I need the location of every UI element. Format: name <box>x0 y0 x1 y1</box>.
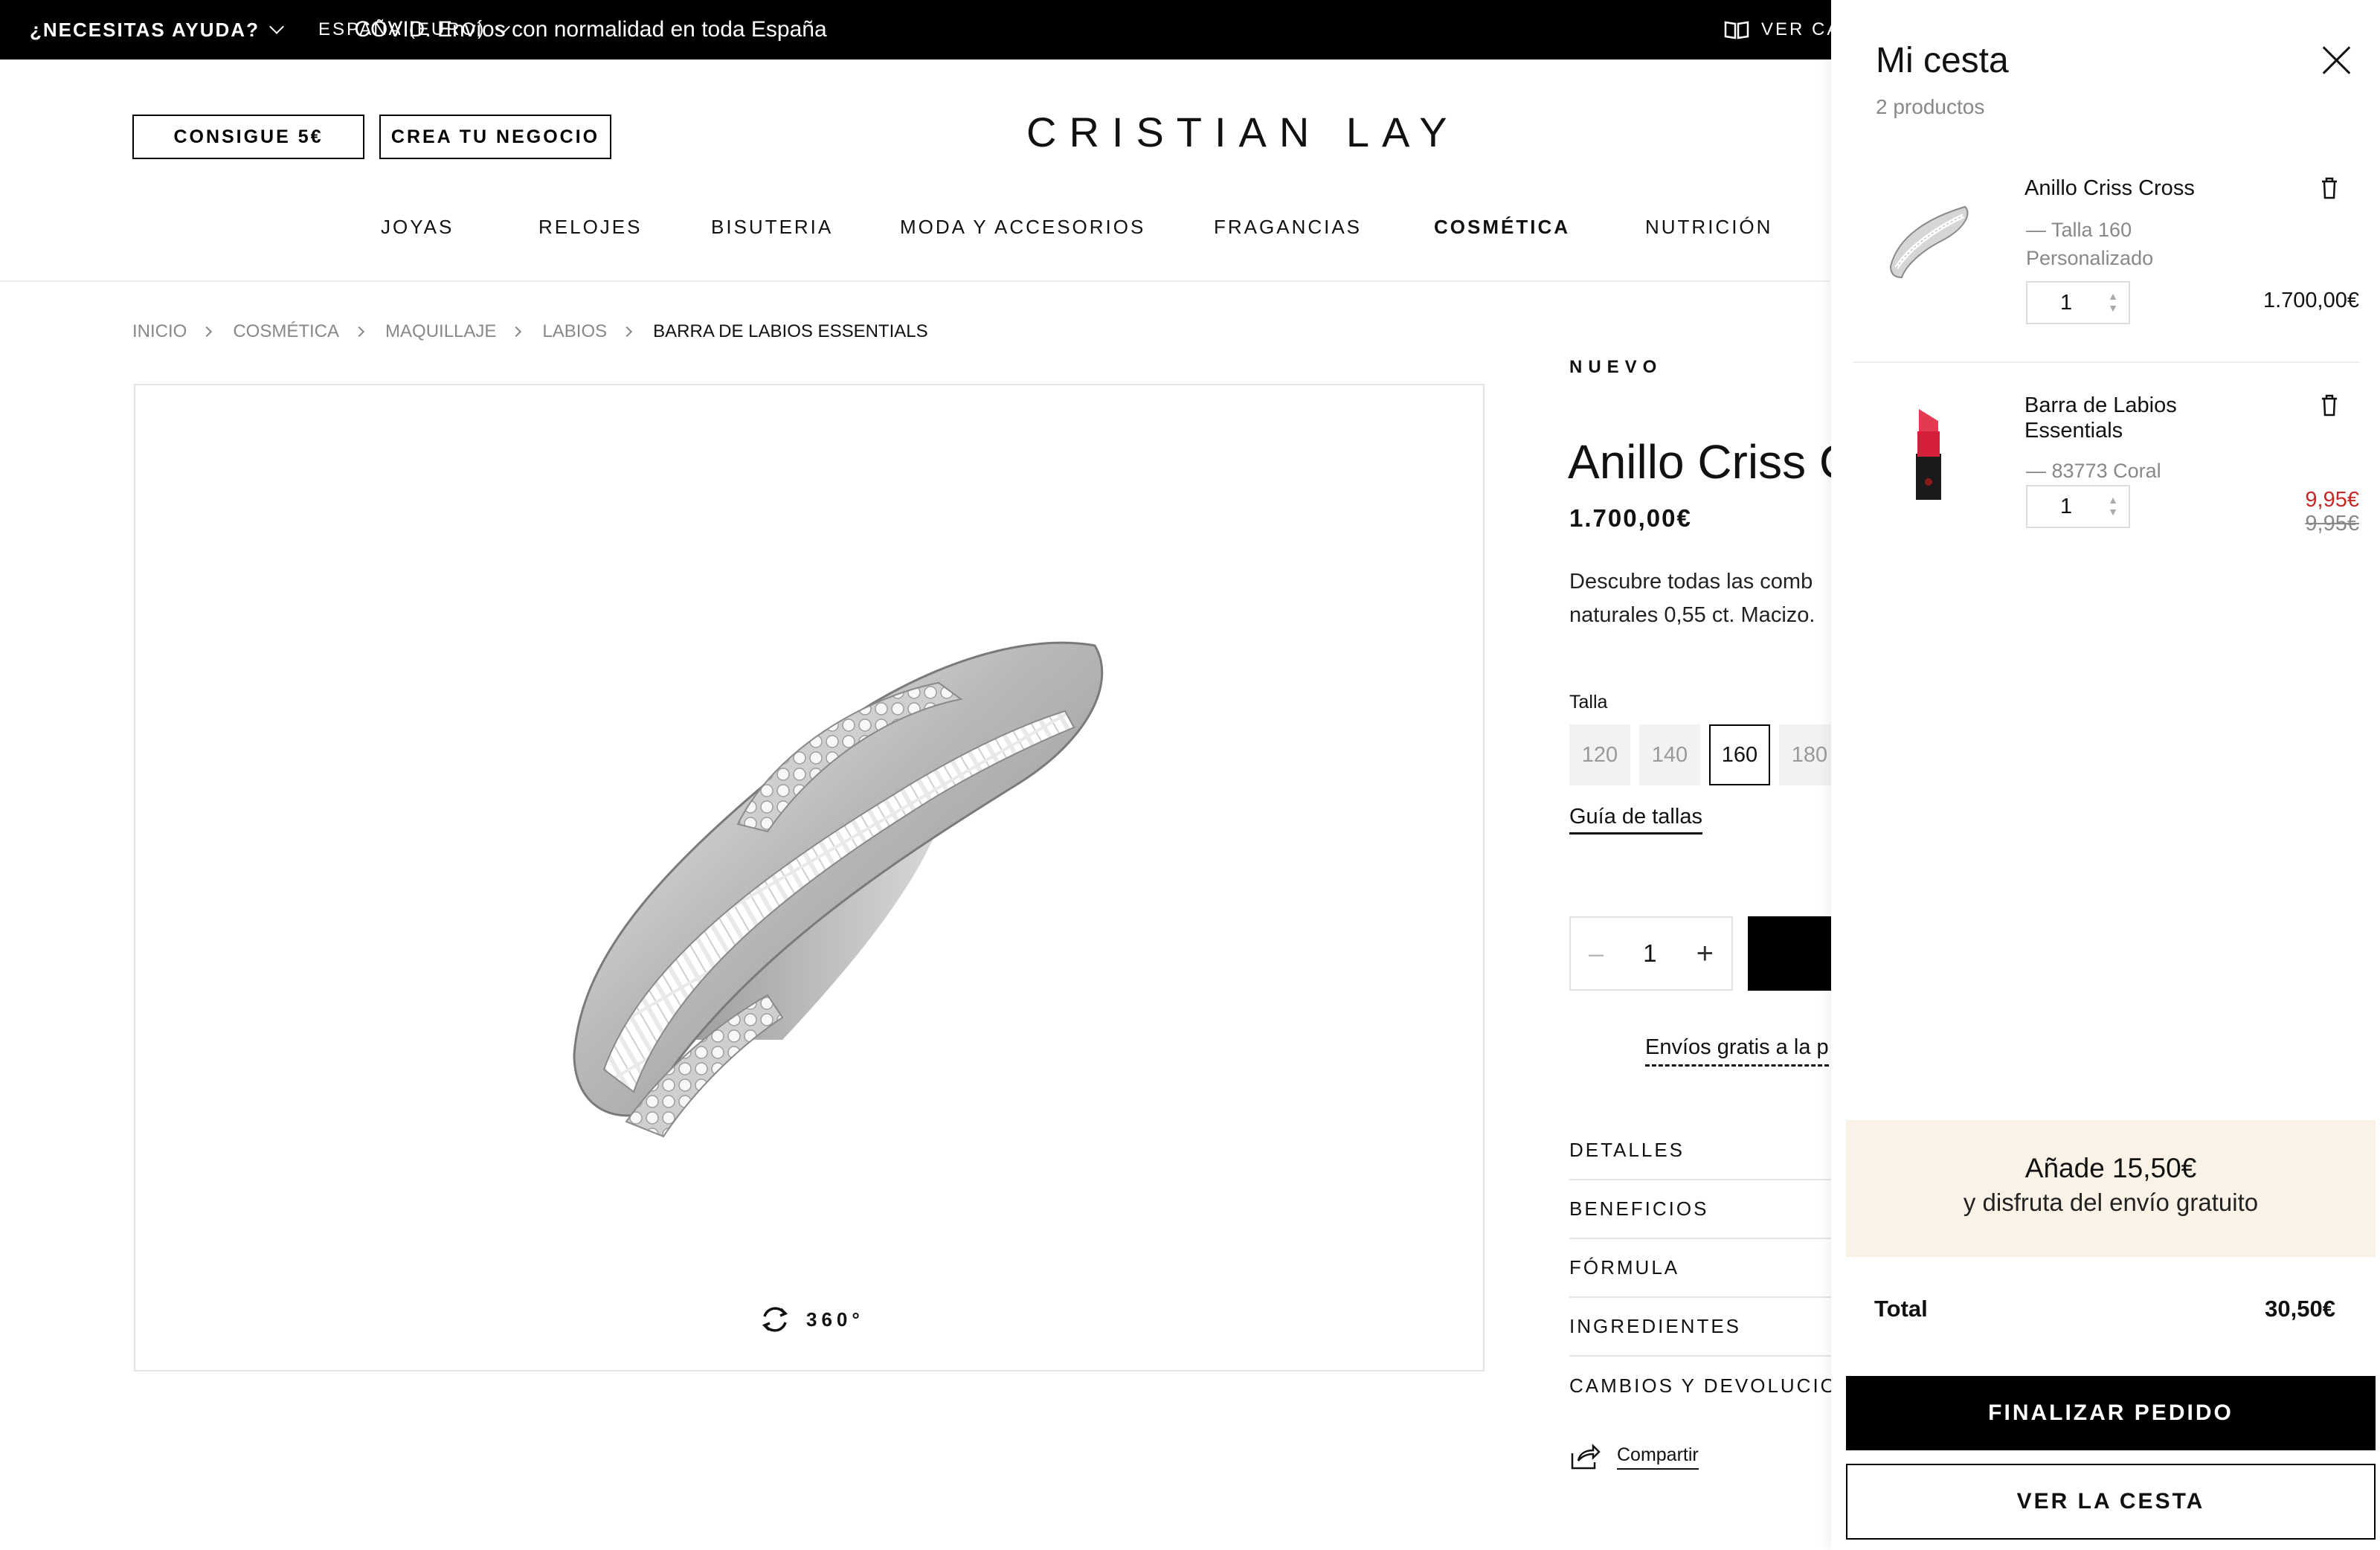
chevron-down-icon <box>495 19 511 34</box>
size-option-160[interactable]: 160 <box>1709 724 1770 785</box>
share-icon <box>1571 1443 1601 1470</box>
share-button[interactable]: Compartir <box>1569 1443 1699 1471</box>
nav-item-bisuteria[interactable]: BISUTERIA <box>711 216 833 239</box>
product-image-frame[interactable]: 360° <box>134 384 1485 1371</box>
ring-product-image <box>573 641 1104 1138</box>
size-guide-link[interactable]: Guía de tallas <box>1569 805 1702 835</box>
country-label: ESPAÑA (EURO) <box>318 19 486 39</box>
chevron-right-icon <box>622 326 633 338</box>
rotate-icon <box>762 1307 788 1332</box>
nav-item-moda-y-accesorios[interactable]: MODA Y ACCESORIOS <box>900 216 1145 239</box>
cart-item-name[interactable]: Barra de Labios Essentials <box>2024 393 2248 443</box>
size-label: Talla <box>1569 692 1608 713</box>
view-360-button[interactable]: 360° <box>760 1305 864 1334</box>
help-dropdown[interactable]: ¿NECESITAS AYUDA? <box>30 0 284 60</box>
size-option-120[interactable]: 120 <box>1569 724 1630 785</box>
help-label: ¿NECESITAS AYUDA? <box>30 18 260 41</box>
nav-item-nutricion[interactable]: NUTRICIÓN <box>1645 216 1772 239</box>
cart-item-count: 2 productos <box>1876 95 1985 118</box>
cart-drawer: Mi cesta 2 productos Anillo Criss Cross … <box>1831 0 2380 1550</box>
stepper-arrows-icon[interactable]: ▲ ▼ <box>2108 494 2118 518</box>
ring-thumbnail[interactable] <box>1876 177 1980 296</box>
catalog-link[interactable]: VER CA <box>1724 0 1841 60</box>
breadcrumb-current: BARRA DE LABIOS ESSENTIALS <box>653 321 928 341</box>
breadcrumb-maquillaje[interactable]: MAQUILLAJE <box>385 321 496 342</box>
trash-icon[interactable] <box>2320 394 2338 417</box>
brand-logo[interactable]: CRISTIAN LAY <box>1026 108 1460 156</box>
decrease-quantity-button[interactable]: – <box>1589 938 1604 969</box>
cart-item-sale-price: 9,95€ <box>2305 488 2359 512</box>
trash-icon[interactable] <box>2320 177 2338 199</box>
country-selector[interactable]: ESPAÑA (EURO) <box>318 0 511 60</box>
banner-amount: Añade 15,50€ <box>2024 1153 2197 1183</box>
nav-item-relojes[interactable]: RELOJES <box>538 216 643 239</box>
get-5-euro-button[interactable]: CONSIGUE 5€ <box>132 115 364 159</box>
cart-item-quantity-input[interactable]: 1 ▲ ▼ <box>2026 485 2130 528</box>
cart-item-extra: Personalizado <box>2026 247 2154 269</box>
free-shipping-link[interactable]: Envíos gratis a la p <box>1645 1035 1829 1067</box>
increase-quantity-button[interactable]: + <box>1696 937 1714 971</box>
nav-item-joyas[interactable]: JOYAS <box>381 216 454 239</box>
share-label: Compartir <box>1617 1444 1699 1470</box>
new-badge: NUEVO <box>1569 357 1663 377</box>
checkout-button[interactable]: FINALIZAR PEDIDO <box>1846 1376 2376 1450</box>
banner-message: y disfruta del envío gratuito <box>1963 1189 2259 1216</box>
create-business-button[interactable]: CREA TU NEGOCIO <box>379 115 611 159</box>
cart-total: Total 30,50€ <box>1874 1296 2335 1322</box>
quantity-value[interactable]: 1 <box>1643 939 1656 968</box>
lipstick-thumbnail[interactable] <box>1876 394 1980 513</box>
catalog-label: VER CA <box>1761 19 1842 39</box>
nav-item-fragancias[interactable]: FRAGANCIAS <box>1214 216 1362 239</box>
cart-item: Anillo Criss Cross — Talla 160 Personali… <box>1853 162 2359 363</box>
cart-item-quantity-value: 1 <box>2060 290 2073 315</box>
cart-item-price: 1.700,00€ <box>2262 289 2359 312</box>
size-selector: 120 140 160 180 <box>1569 724 1840 785</box>
view-360-label: 360° <box>806 1308 864 1331</box>
total-value: 30,50€ <box>2265 1296 2335 1322</box>
stepper-arrows-icon[interactable]: ▲ ▼ <box>2108 290 2118 314</box>
cart-item-quantity-value: 1 <box>2060 494 2073 518</box>
main-nav: JOYAS RELOJES BISUTERIA MODA Y ACCESORIO… <box>0 202 1830 254</box>
breadcrumb-cosmetica[interactable]: COSMÉTICA <box>233 321 339 342</box>
breadcrumb: INICIO COSMÉTICA MAQUILLAJE LABIOS BARRA… <box>132 321 928 342</box>
size-option-140[interactable]: 140 <box>1639 724 1700 785</box>
chevron-right-icon <box>511 326 522 338</box>
cart-item-old-price: 9,95€ <box>2305 512 2359 536</box>
chevron-down-icon <box>269 19 284 34</box>
quantity-stepper: – 1 + <box>1569 916 1733 991</box>
cart-item-quantity-input[interactable]: 1 ▲ ▼ <box>2026 281 2130 324</box>
breadcrumb-labios[interactable]: LABIOS <box>542 321 607 342</box>
free-shipping-banner: Añade 15,50€ y disfruta del envío gratui… <box>1846 1120 2376 1257</box>
cart-item-variant: — 83773 Coral <box>2026 460 2161 482</box>
product-price: 1.700,00€ <box>1569 504 1692 532</box>
book-icon <box>1724 21 1749 39</box>
breadcrumb-inicio[interactable]: INICIO <box>132 321 187 342</box>
product-title: Anillo Criss C <box>1568 435 1854 489</box>
close-icon[interactable] <box>2318 42 2355 79</box>
chevron-right-icon <box>353 326 365 338</box>
total-label: Total <box>1874 1296 1928 1322</box>
nav-divider <box>0 280 1830 282</box>
cart-item-name[interactable]: Anillo Criss Cross <box>2024 176 2248 201</box>
view-cart-button[interactable]: VER LA CESTA <box>1846 1464 2376 1540</box>
cart-item: Barra de Labios Essentials — 83773 Coral… <box>1853 379 2359 565</box>
cart-title: Mi cesta <box>1876 41 2009 80</box>
cart-item-variant: — Talla 160 <box>2026 219 2132 241</box>
nav-item-cosmetica[interactable]: COSMÉTICA <box>1434 216 1570 239</box>
chevron-right-icon <box>202 326 213 338</box>
